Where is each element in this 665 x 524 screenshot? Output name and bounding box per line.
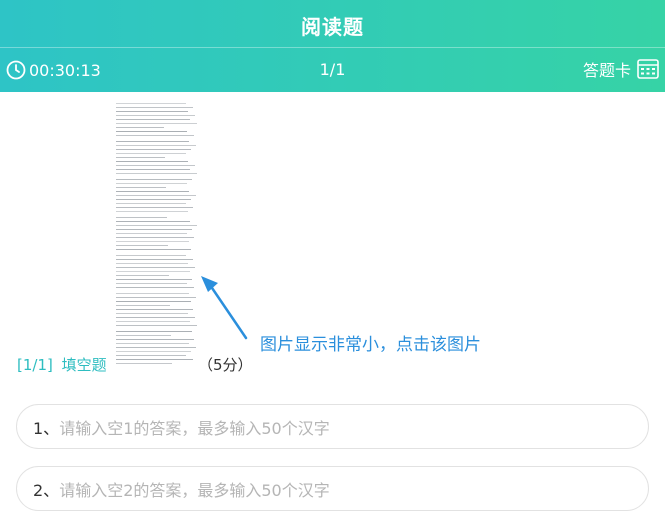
thumbnail-text-line [116,195,196,196]
thumbnail-text-line [116,325,197,326]
blank-number: 1、 [33,418,60,438]
thumbnail-text-line [116,111,188,112]
thumbnail-text-line [116,183,187,184]
thumbnail-text-line [116,157,165,158]
answer-card-icon [637,59,659,79]
thumbnail-text-line [116,123,197,124]
question-progress: 1/1 [319,60,346,79]
thumbnail-text-line [116,145,196,146]
thumbnail-text-line [116,199,191,200]
thumbnail-text-line [116,259,193,260]
thumbnail-text-line [116,359,193,360]
thumbnail-text-line [116,271,190,272]
thumbnail-text-line [116,343,189,344]
thumbnail-text-line [116,135,194,136]
question-header: [1/1] 填空题 （5分） [17,354,253,375]
question-type: 填空题 [61,356,107,374]
thumbnail-text-line [116,351,191,352]
thumbnail-text-line [116,313,188,314]
page-title: 阅读题 [301,15,364,39]
thumbnail-text-line [116,207,193,208]
thumbnail-text-line [116,165,195,166]
header-bar: 阅读题 00:30:13 1/1 答题卡 [0,0,665,92]
thumbnail-text-line [116,279,192,280]
thumbnail-text-line [116,263,188,264]
thumbnail-text-line [116,217,167,218]
thumbnail-text-line [116,141,189,142]
thumbnail-text-line [116,297,196,298]
thumbnail-text-line [116,317,195,318]
thumbnail-text-line [116,103,186,104]
thumbnail-text-line [116,249,191,250]
thumbnail-text-line [116,301,191,302]
thumbnail-text-line [116,211,188,212]
thumbnail-text-line [116,331,192,332]
thumbnail-text-line [116,335,171,336]
thumbnail-text-line [116,305,170,306]
thumbnail-text-line [116,225,197,226]
annotation-text: 图片显示非常小，点击该图片 [260,335,481,355]
blank-input-1[interactable]: 1、 请输入空1的答案，最多输入50个汉字 [16,404,649,449]
thumbnail-text-line [116,179,192,180]
passage-image-thumbnail[interactable] [112,100,200,368]
blank-placeholder: 请输入空1的答案，最多输入50个汉字 [59,418,330,438]
thumbnail-text-line [116,275,169,276]
thumbnail-text-line [116,347,196,348]
answer-card-button[interactable]: 答题卡 [583,57,659,81]
thumbnail-text-line [116,339,194,340]
thumbnail-text-line [116,203,186,204]
thumbnail-text-line [116,221,190,222]
question-index: [1/1] [17,356,53,374]
thumbnail-text-line [116,293,189,294]
thumbnail-text-line [116,233,187,234]
thumbnail-text-line [116,363,172,364]
thumbnail-text-line [116,115,195,116]
thumbnail-text-line [116,161,188,162]
thumbnail-text-line [116,355,186,356]
thumbnail-text-line [116,267,195,268]
thumbnail-text-line [116,187,166,188]
blank-number: 2、 [33,480,60,500]
thumbnail-text-line [116,287,194,288]
header-divider [0,47,665,48]
thumbnail-text-line [116,119,190,120]
thumbnail-text-line [116,107,193,108]
thumbnail-text-line [116,131,187,132]
thumbnail-text-line [116,153,186,154]
thumbnail-text-line [116,149,191,150]
thumbnail-text-line [116,245,168,246]
thumbnail-text-line [116,237,194,238]
thumbnail-text-line [116,169,190,170]
blank-input-2[interactable]: 2、 请输入空2的答案，最多输入50个汉字 [16,466,649,511]
blank-placeholder: 请输入空2的答案，最多输入50个汉字 [59,480,330,500]
thumbnail-text-line [116,255,186,256]
thumbnail-text-line [116,173,197,174]
answer-card-label: 答题卡 [582,61,631,80]
thumbnail-text-line [116,309,193,310]
question-score: （5分） [198,356,253,374]
thumbnail-text-line [116,321,190,322]
thumbnail-text-line [116,229,192,230]
thumbnail-text-line [116,283,187,284]
thumbnail-text-line [116,191,189,192]
thumbnail-text-line [116,241,189,242]
thumbnail-text-line [116,127,164,128]
